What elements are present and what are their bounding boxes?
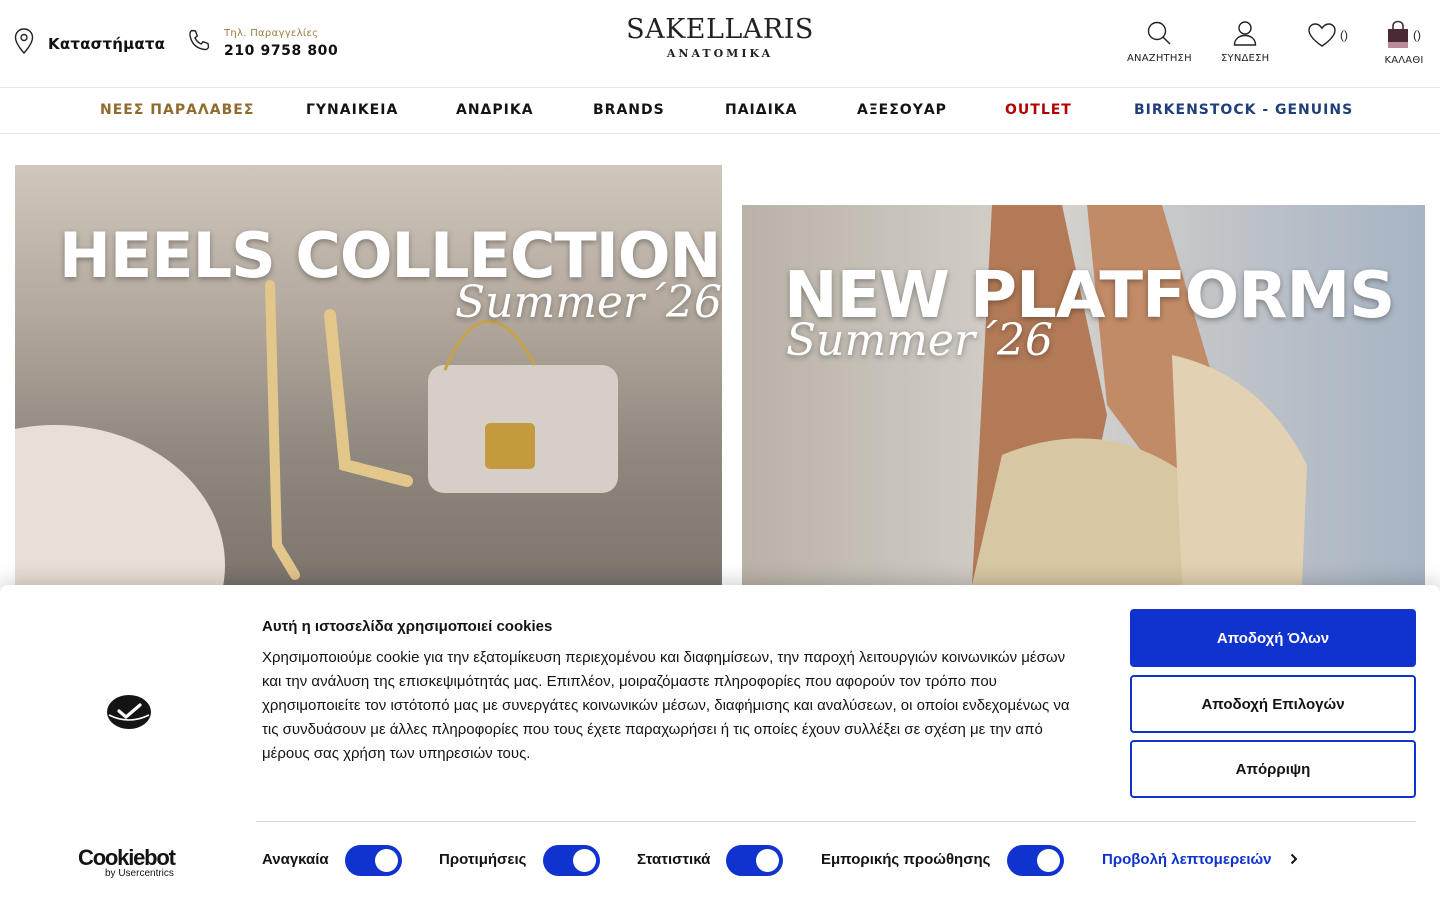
login-button[interactable]: ΣΥΝΔΕΣΗ: [1221, 20, 1269, 64]
user-icon: [1232, 21, 1258, 50]
search-icon: [1146, 21, 1172, 50]
toggle-label-preferences: Προτιμήσεις: [439, 851, 527, 868]
cookie-title: Αυτή η ιστοσελίδα χρησιμοποιεί cookies: [262, 618, 553, 635]
logo-wordmark: SAKELLARIS: [626, 14, 814, 45]
site-header: Καταστήματα Τηλ. Παραγγελίες 210 9758 80…: [0, 0, 1440, 88]
phone-icon: [186, 28, 212, 59]
phone-caption: Τηλ. Παραγγελίες: [224, 28, 319, 39]
logo-subtitle: ANATOMIKA: [666, 47, 774, 60]
cookie-description: Χρησιμοποιούμε cookie για την εξατομίκευ…: [262, 649, 1070, 762]
reject-button[interactable]: Απόρριψη: [1130, 740, 1416, 798]
cookie-divider: [256, 821, 1416, 822]
nav-item-men[interactable]: ΑΝΔΡΙΚΑ: [456, 102, 534, 118]
phone-number: 210 9758 800: [224, 43, 339, 59]
cookie-consent-banner: Αυτή η ιστοσελίδα χρησιμοποιεί cookies Χ…: [0, 585, 1440, 900]
search-label: ΑΝΑΖΗΤΗΣΗ: [1127, 53, 1192, 64]
nav-item-kids[interactable]: ΠΑΙΔΙΚΑ: [725, 102, 798, 118]
show-details-label: Προβολή λεπτομερειών: [1102, 851, 1272, 868]
wishlist-button[interactable]: (): [1307, 22, 1353, 53]
stores-label: Καταστήματα: [48, 34, 166, 53]
banner-heels-collection[interactable]: HEELS COLLECTION Summer´26: [15, 165, 722, 585]
nav-item-brands[interactable]: BRANDS: [593, 102, 665, 118]
cookiebot-badge-icon: [105, 693, 153, 736]
toggle-statistics[interactable]: [726, 845, 783, 876]
heart-icon: [1307, 23, 1337, 52]
nav-item-birkenstock[interactable]: BIRKENSTOCK - GENUINS: [1134, 102, 1353, 118]
accept-selected-button[interactable]: Αποδοχή Επιλογών: [1130, 675, 1416, 733]
toggle-label-necessary: Αναγκαία: [262, 851, 329, 868]
cart-label: ΚΑΛΑΘΙ: [1384, 55, 1424, 66]
wishlist-count: (): [1340, 28, 1348, 42]
toggle-label-statistics: Στατιστικά: [637, 851, 711, 868]
stores-link[interactable]: Καταστήματα: [14, 28, 165, 59]
nav-item-outlet[interactable]: OUTLET: [1005, 102, 1072, 118]
main-navigation: ΝΕΕΣ ΠΑΡΑΛΑΒΕΣ ΓΥΝΑΙΚΕΙΑ ΑΝΔΡΙΚΑ BRANDS …: [0, 88, 1440, 134]
banner-left-script: Summer´26: [455, 277, 722, 328]
search-button[interactable]: ΑΝΑΖΗΤΗΣΗ: [1127, 20, 1192, 64]
toggle-necessary[interactable]: [345, 845, 402, 876]
cart-count: (): [1413, 28, 1421, 42]
location-pin-icon: [14, 28, 34, 59]
banner-new-platforms[interactable]: NEW PLATFORMS Summer´26: [742, 205, 1425, 585]
shopping-bag-icon: [1385, 20, 1411, 55]
site-logo[interactable]: SAKELLARIS ANATOMIKA: [620, 14, 820, 60]
nav-item-new-arrivals[interactable]: ΝΕΕΣ ΠΑΡΑΛΑΒΕΣ: [100, 102, 254, 118]
chevron-right-icon: [1290, 852, 1298, 869]
show-details-link[interactable]: Προβολή λεπτομερειών: [1102, 851, 1298, 869]
toggle-marketing[interactable]: [1007, 845, 1064, 876]
nav-item-accessories[interactable]: ΑΞΕΣΟΥΑΡ: [857, 102, 947, 118]
login-label: ΣΥΝΔΕΣΗ: [1221, 53, 1270, 64]
cart-button[interactable]: () ΚΑΛΑΘΙ: [1382, 20, 1426, 66]
toggle-preferences[interactable]: [543, 845, 600, 876]
nav-item-women[interactable]: ΓΥΝΑΙΚΕΙΑ: [306, 102, 398, 118]
cookiebot-logo: Cookiebot by Usercentrics: [78, 845, 176, 879]
banner-right-script: Summer´26: [786, 315, 1053, 366]
phone-orders[interactable]: Τηλ. Παραγγελίες 210 9758 800: [186, 28, 338, 59]
accept-all-button[interactable]: Αποδοχή Όλων: [1130, 609, 1416, 667]
toggle-label-marketing: Εμπορικής προώθησης: [821, 851, 991, 868]
